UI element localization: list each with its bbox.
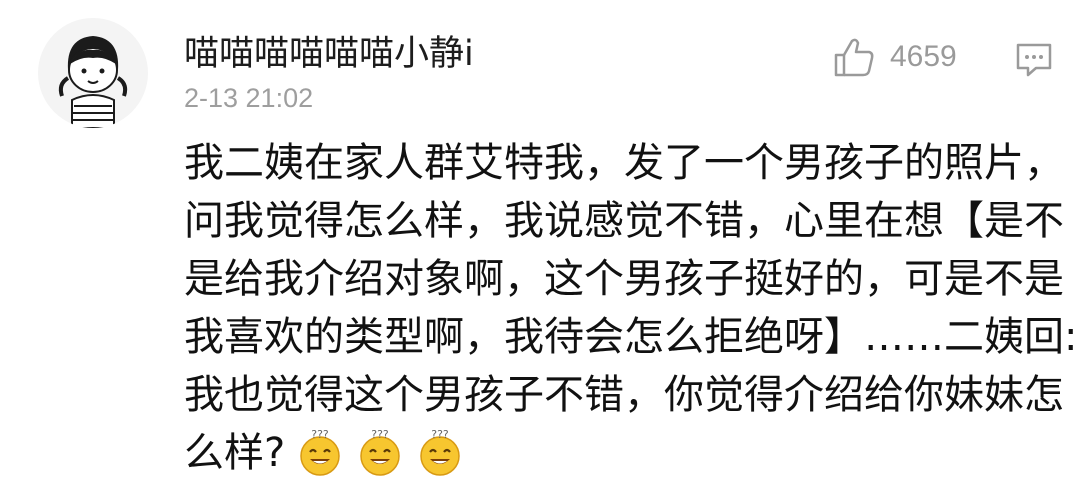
cartoon-girl-avatar-icon xyxy=(58,36,128,128)
svg-text:???: ??? xyxy=(371,428,389,441)
dizzy-smile-emoji-icon: ??? xyxy=(355,428,405,478)
reply-button[interactable] xyxy=(1014,40,1054,80)
svg-text:???: ??? xyxy=(311,428,329,441)
avatar[interactable] xyxy=(38,18,148,128)
like-count: 4659 xyxy=(890,40,957,73)
comment-line: 是给我介绍对象啊，这个男孩子挺好的，可是不是 xyxy=(184,256,1064,302)
thumbs-up-icon xyxy=(834,38,874,77)
timestamp: 2-13 21:02 xyxy=(184,83,314,113)
comment-line: 我二姨在家人群艾特我，发了一个男孩子的照片， xyxy=(184,140,1064,186)
comment-reply-icon xyxy=(1016,43,1052,77)
like-button[interactable]: 4659 xyxy=(832,34,957,80)
username[interactable]: 喵喵喵喵喵喵小静i xyxy=(184,32,474,76)
comment-last-line: 么样? ??? ??? ??? xyxy=(184,424,1064,482)
comment-line: 么样? xyxy=(184,430,286,476)
comment-line: 问我觉得怎么样，我说感觉不错，心里在想【是不 xyxy=(184,198,1064,244)
svg-text:???: ??? xyxy=(431,428,449,441)
comment-line: 我喜欢的类型啊，我待会怎么拒绝呀】……二姨回: xyxy=(184,314,1078,360)
comment-line: 我也觉得这个男孩子不错，你觉得介绍给你妹妹怎 xyxy=(184,372,1064,418)
comment-text: 我二姨在家人群艾特我，发了一个男孩子的照片， 问我觉得怎么样，我说感觉不错，心里… xyxy=(184,134,1078,482)
dizzy-smile-emoji-icon: ??? xyxy=(295,428,345,478)
dizzy-smile-emoji-icon: ??? xyxy=(415,428,465,478)
